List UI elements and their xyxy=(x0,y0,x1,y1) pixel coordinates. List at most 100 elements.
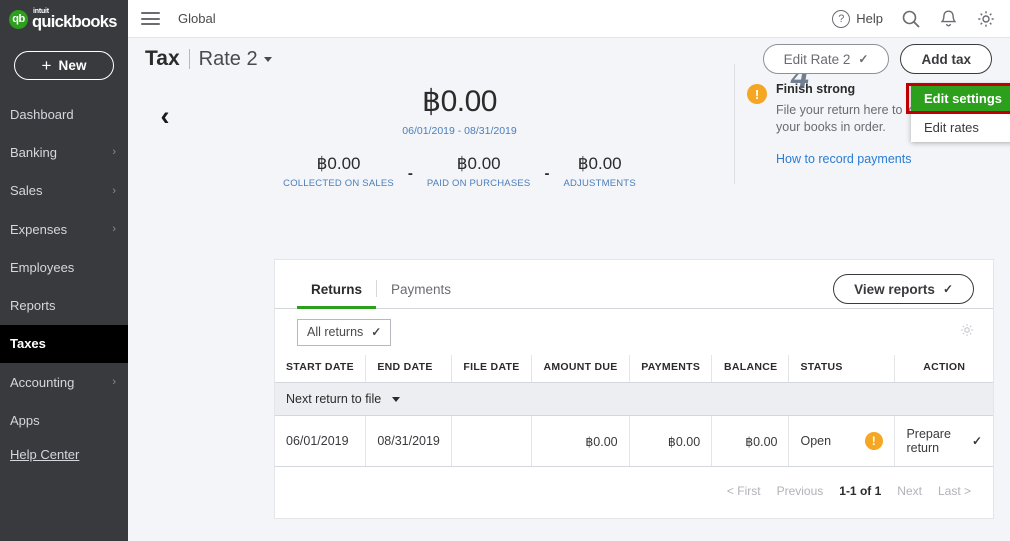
sidebar-item-dashboard[interactable]: Dashboard xyxy=(0,95,128,133)
cell-start-date: 06/01/2019 xyxy=(275,415,367,467)
chevron-right-icon: › xyxy=(112,223,116,236)
cell-status-indicator: ! xyxy=(853,415,896,467)
summary-stats: ฿0.00 06/01/2019 - 08/31/2019 ฿0.00 COLL… xyxy=(185,42,734,189)
operator-minus: - xyxy=(544,165,550,182)
chevron-right-icon: › xyxy=(112,376,116,389)
operator-minus: - xyxy=(407,165,413,182)
sidebar-item-apps[interactable]: Apps xyxy=(0,401,128,439)
sidebar-item-accounting[interactable]: Accounting › xyxy=(0,363,128,401)
chevron-right-icon: › xyxy=(112,184,116,197)
returns-filter-select[interactable]: All returns ✓ xyxy=(297,318,392,346)
card-tabs: Returns Payments View reports ✓ xyxy=(275,260,993,309)
main-content: Global ? Help Tax Rate 2 Edit Rate 2 ✓ A… xyxy=(128,0,1010,541)
header-actions: Edit Rate 2 ✓ Add tax xyxy=(762,44,1010,74)
sidebar-item-help-center[interactable]: Help Center xyxy=(0,447,128,462)
view-reports-button[interactable]: View reports ✓ xyxy=(833,274,974,304)
add-tax-button-label: Add tax xyxy=(921,51,971,67)
breakdown-amount: ฿0.00 xyxy=(456,154,501,173)
returns-card: Returns Payments View reports ✓ All retu… xyxy=(274,259,994,519)
chevron-down-icon: ✓ xyxy=(971,434,982,448)
quickbooks-wordmark: quickbooks xyxy=(32,12,117,31)
column-action[interactable]: ACTION xyxy=(894,355,993,383)
edit-rate-dropdown-menu: Edit settings Edit rates xyxy=(911,84,1010,142)
company-name: Global xyxy=(178,11,216,26)
column-start-date[interactable]: START DATE xyxy=(275,355,367,383)
sidebar-item-expenses[interactable]: Expenses › xyxy=(0,210,128,248)
breakdown-label: PAID ON PURCHASES xyxy=(426,178,531,189)
add-tax-button[interactable]: Add tax xyxy=(900,44,992,74)
table-row[interactable]: 06/01/2019 08/31/2019 ฿0.00 ฿0.00 ฿0.00 … xyxy=(275,415,993,467)
pagination-next[interactable]: Next xyxy=(897,484,922,498)
sidebar-item-taxes[interactable]: Taxes xyxy=(0,324,128,364)
sidebar-item-sales[interactable]: Sales › xyxy=(0,172,128,210)
sidebar-item-reports[interactable]: Reports xyxy=(0,286,128,324)
cell-payments: ฿0.00 xyxy=(629,415,713,467)
prepare-return-button[interactable]: Prepare return ✓ xyxy=(906,427,982,455)
table-toolbar: All returns ✓ xyxy=(275,309,993,355)
top-bar-actions: ? Help xyxy=(832,9,1010,29)
chevron-down-icon: ✓ xyxy=(942,282,953,296)
help-button[interactable]: ? Help xyxy=(832,9,883,28)
cell-status: Open xyxy=(788,415,854,467)
cell-action: Prepare return ✓ xyxy=(894,415,993,467)
column-file-date[interactable]: FILE DATE xyxy=(451,355,533,383)
sidebar-item-label: Reports xyxy=(10,298,56,314)
gear-icon[interactable] xyxy=(976,9,996,29)
tab-payments[interactable]: Payments xyxy=(377,282,465,308)
notifications-bell-icon[interactable] xyxy=(939,9,958,29)
chevron-down-icon xyxy=(391,397,400,403)
breakdown-paid-on-purchases: ฿0.00 PAID ON PURCHASES xyxy=(423,154,535,189)
sidebar-item-label: Accounting xyxy=(10,374,75,390)
breakdown-label: COLLECTED ON SALES xyxy=(283,178,394,189)
cell-file-date xyxy=(451,415,533,467)
sidebar-item-label: Help Center xyxy=(10,446,80,462)
returns-table: START DATE END DATE FILE DATE AMOUNT DUE… xyxy=(275,355,993,467)
table-header-row: START DATE END DATE FILE DATE AMOUNT DUE… xyxy=(275,355,993,383)
column-payments[interactable]: PAYMENTS xyxy=(629,355,713,383)
menu-item-label: Edit settings xyxy=(924,91,1003,106)
sidebar-item-label: Apps xyxy=(10,413,40,429)
view-reports-button-label: View reports xyxy=(854,281,935,297)
pagination-first[interactable]: < First xyxy=(727,484,761,498)
quickbooks-logo[interactable]: qb intuit quickbooks xyxy=(0,0,128,38)
column-end-date[interactable]: END DATE xyxy=(365,355,453,383)
breakdown-collected-on-sales: ฿0.00 COLLECTED ON SALES xyxy=(279,154,398,189)
column-balance[interactable]: BALANCE xyxy=(711,355,790,383)
cell-amount-due: ฿0.00 xyxy=(531,415,630,467)
menu-item-edit-rates[interactable]: Edit rates xyxy=(911,113,1010,142)
tab-returns[interactable]: Returns xyxy=(297,282,377,309)
sidebar: qb intuit quickbooks + New Dashboard Ban… xyxy=(0,0,128,541)
edit-rate-button[interactable]: Edit Rate 2 ✓ xyxy=(762,44,890,74)
pagination-previous[interactable]: Previous xyxy=(777,484,824,498)
table-group-row[interactable]: Next return to file xyxy=(275,382,993,416)
sidebar-item-label: Expenses xyxy=(10,221,68,237)
column-status[interactable]: STATUS xyxy=(788,355,854,383)
new-button[interactable]: + New xyxy=(14,51,114,80)
hamburger-menu-icon[interactable] xyxy=(141,9,160,28)
status-warning-icon: ! xyxy=(864,432,883,450)
sidebar-item-banking[interactable]: Banking › xyxy=(0,133,128,171)
sidebar-item-label: Sales xyxy=(10,183,43,199)
tab-label: Payments xyxy=(391,282,452,297)
cell-end-date: 08/31/2019 xyxy=(365,415,453,467)
new-button-label: New xyxy=(58,58,87,73)
prepare-return-label: Prepare return xyxy=(906,427,951,455)
warning-icon: ! xyxy=(747,84,767,104)
edit-rate-button-label: Edit Rate 2 xyxy=(783,51,851,67)
sidebar-nav: Dashboard Banking › Sales › Expenses › E… xyxy=(0,95,128,462)
help-label: Help xyxy=(856,11,883,26)
pagination: < First Previous 1-1 of 1 Next Last > xyxy=(275,467,993,498)
table-settings-gear-icon[interactable] xyxy=(959,322,975,343)
pagination-last[interactable]: Last > xyxy=(938,484,971,498)
search-icon[interactable] xyxy=(901,9,921,29)
cell-balance: ฿0.00 xyxy=(711,415,790,467)
total-amount: ฿0.00 xyxy=(422,85,497,118)
menu-item-edit-settings[interactable]: Edit settings xyxy=(911,84,1010,113)
sidebar-item-employees[interactable]: Employees xyxy=(0,248,128,286)
pagination-current: 1-1 of 1 xyxy=(839,484,882,498)
breakdown-amount: ฿0.00 xyxy=(316,154,361,173)
column-amount-due[interactable]: AMOUNT DUE xyxy=(531,355,630,383)
app-root: qb intuit quickbooks + New Dashboard Ban… xyxy=(0,0,1010,541)
previous-period-arrow[interactable]: ‹ xyxy=(145,42,185,230)
how-to-record-payments-link[interactable]: How to record payments xyxy=(776,152,953,166)
